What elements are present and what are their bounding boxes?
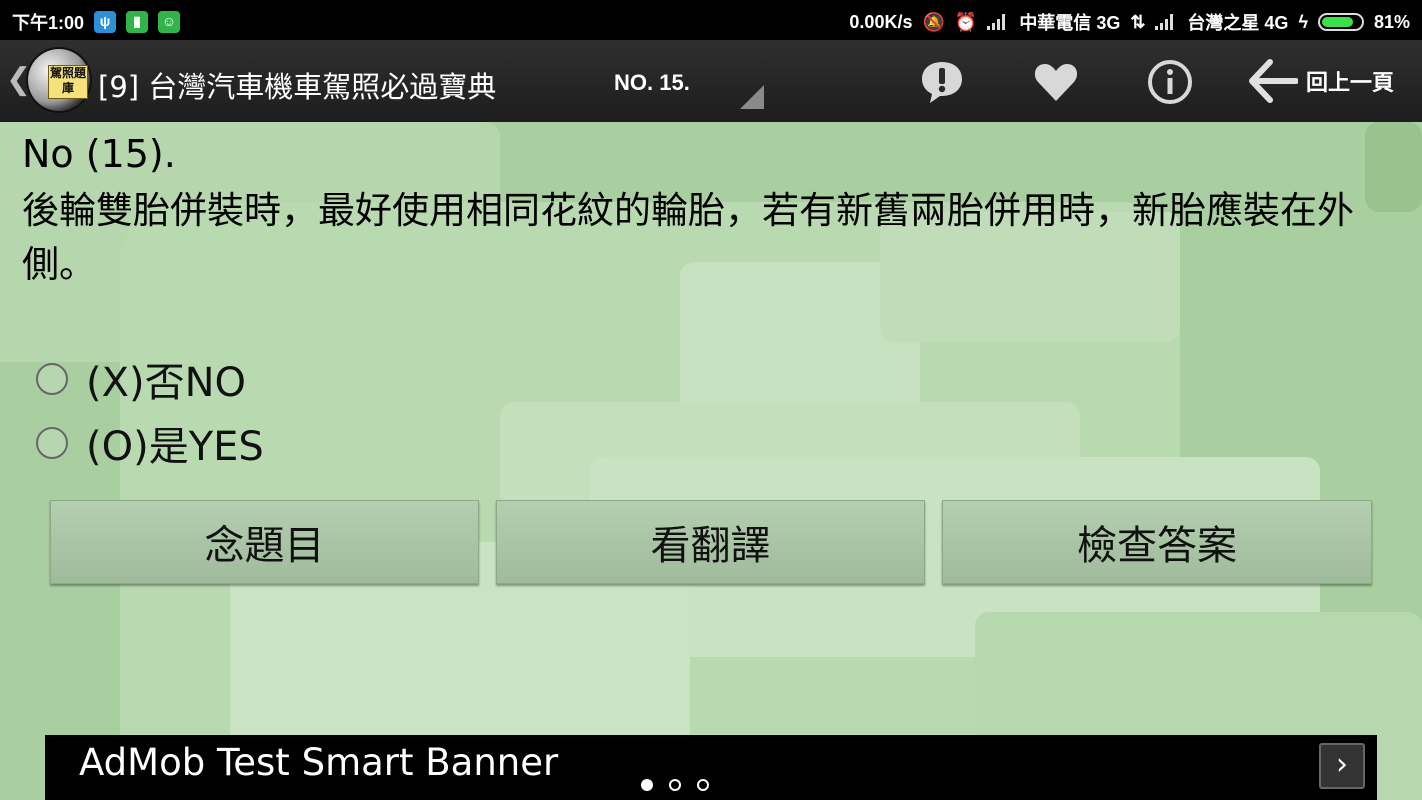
- android-icon: ☺: [158, 11, 181, 33]
- radio-button[interactable]: [36, 427, 68, 459]
- ad-text: AdMob Test Smart Banner: [79, 741, 559, 784]
- question-text: 後輪雙胎併裝時，最好使用相同花紋的輪胎，若有新舊兩胎併用時，新胎應裝在外側。: [22, 189, 1354, 286]
- alarm-icon: ⏰: [954, 11, 978, 32]
- ad-banner[interactable]: AdMob Test Smart Banner ›: [45, 735, 1377, 800]
- battery-icon: [1317, 13, 1364, 31]
- data-arrows-icon: ⇅: [1130, 11, 1146, 32]
- ad-page-indicator: [641, 779, 709, 791]
- app-logo[interactable]: 駕照題庫: [28, 49, 90, 111]
- page-dot: [641, 779, 653, 791]
- option-label: (X)否NO: [86, 360, 247, 406]
- question-number-spinner[interactable]: NO. 15.: [614, 70, 690, 96]
- option-no[interactable]: (X)否NO: [36, 350, 246, 408]
- action-bar: ❮ 駕照題庫 [9] 台灣汽車機車駕照必過寶典 NO. 15. 回上一頁: [0, 40, 1422, 122]
- back-arrow-icon: [1249, 59, 1298, 103]
- sim-card-icon: ▮: [126, 11, 149, 33]
- carrier-1: 中華電信 3G: [1019, 13, 1121, 33]
- option-label: (O)是YES: [86, 424, 264, 470]
- question-number: No (15).: [22, 132, 176, 176]
- mute-icon: 🔕: [922, 11, 945, 32]
- network-speed: 0.00K/s: [849, 11, 913, 32]
- app-title: [9] 台灣汽車機車駕照必過寶典: [98, 70, 497, 104]
- signal-icon: [987, 14, 1009, 30]
- question-panel: No (15). 後輪雙胎併裝時，最好使用相同花紋的輪胎，若有新舊兩胎併用時，新…: [0, 122, 1422, 800]
- ad-arrow-button[interactable]: ›: [1319, 743, 1365, 789]
- check-answer-button[interactable]: 檢查答案: [942, 500, 1372, 584]
- app-logo-text: 駕照題庫: [48, 65, 88, 99]
- back-button[interactable]: 回上一頁: [1248, 54, 1394, 108]
- radio-button[interactable]: [36, 363, 68, 395]
- page-dot: [697, 779, 709, 791]
- spinner-arrow-icon[interactable]: [740, 85, 764, 109]
- charging-icon: ϟ: [1298, 11, 1308, 32]
- battery-percent: 81%: [1373, 11, 1410, 32]
- back-label: 回上一頁: [1306, 71, 1395, 96]
- view-translation-button[interactable]: 看翻譯: [496, 500, 925, 584]
- info-icon[interactable]: [1146, 58, 1194, 106]
- signal-icon-2: [1155, 14, 1177, 30]
- status-time: 下午1:00: [12, 13, 85, 33]
- report-icon[interactable]: [918, 58, 966, 106]
- option-yes[interactable]: (O)是YES: [36, 414, 264, 472]
- status-bar: 下午1:00 ψ ▮ ☺ 0.00K/s 🔕 ⏰ 中華電信 3G ⇅ 台灣之星 …: [0, 0, 1422, 40]
- heart-icon[interactable]: [1032, 58, 1080, 106]
- read-question-button[interactable]: 念題目: [50, 500, 479, 584]
- page-dot: [669, 779, 681, 791]
- carrier-2: 台灣之星 4G: [1187, 13, 1289, 33]
- usb-icon: ψ: [94, 11, 117, 33]
